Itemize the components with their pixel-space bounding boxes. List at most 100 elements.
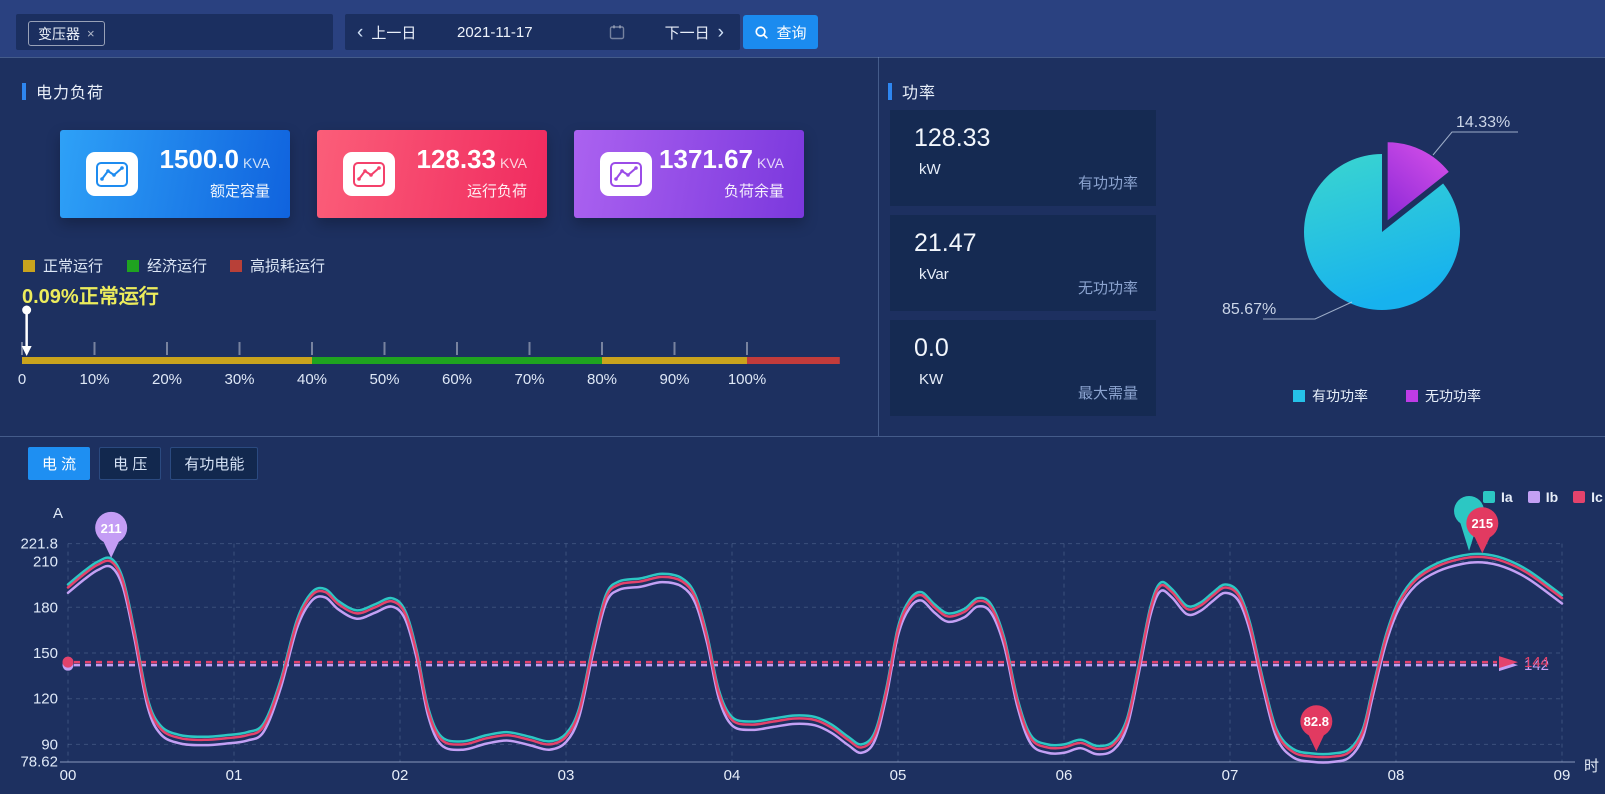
legend-label: 正常运行 [43, 255, 103, 276]
max-demand-stat: 0.0 KW 最大需量 [890, 320, 1156, 416]
query-button[interactable]: 查询 [743, 15, 818, 49]
svg-text:07: 07 [1222, 767, 1239, 784]
legend-item-normal: 正常运行 [23, 255, 103, 276]
query-button-label: 查询 [776, 22, 806, 43]
chart-line-icon [343, 152, 395, 196]
svg-text:00: 00 [60, 767, 77, 784]
legend-label: 经济运行 [147, 255, 207, 276]
svg-text:120: 120 [33, 691, 58, 708]
legend-swatch [127, 260, 139, 272]
chevron-right-icon: › [718, 23, 724, 42]
load-margin-value: 1371.67 [659, 144, 753, 174]
pie-legend-item-active[interactable]: 有功功率 [1293, 386, 1368, 406]
next-day-button[interactable]: 下一日 › [665, 14, 724, 50]
running-load-label: 运行负荷 [416, 180, 527, 201]
legend-swatch [230, 260, 242, 272]
header-accent-bar [888, 83, 892, 100]
svg-text:180: 180 [33, 599, 58, 616]
power-dashboard: 变压器 × ‹ 上一日 2021-11-17 下一日 › 查询 [0, 0, 1605, 794]
max-demand-value: 0.0 [914, 334, 949, 363]
legend-item-economic: 经济运行 [127, 255, 207, 276]
svg-text:01: 01 [226, 767, 243, 784]
running-load-card: 128.33KVA 运行负荷 [317, 130, 547, 218]
active-power-label: 有功功率 [1078, 172, 1138, 193]
svg-text:221.8: 221.8 [20, 536, 58, 553]
load-rate-gauge: 0 10% 20% 30% 40% 50% 60% 70% 80% 90% 100% [0, 300, 860, 394]
svg-text:80%: 80% [587, 371, 617, 388]
svg-text:144: 144 [1524, 654, 1549, 671]
svg-text:03: 03 [558, 767, 575, 784]
calendar-icon[interactable] [609, 24, 625, 40]
running-load-value: 128.33 [416, 144, 496, 174]
legend-item-high-loss: 高损耗运行 [230, 255, 325, 276]
svg-text:05: 05 [890, 767, 907, 784]
legend-label: 有功功率 [1312, 386, 1368, 406]
max-demand-unit: KW [919, 371, 943, 388]
svg-text:20%: 20% [152, 371, 182, 388]
running-load-unit: KVA [500, 155, 527, 171]
chart-line-icon [600, 152, 652, 196]
svg-text:85.67%: 85.67% [1222, 301, 1276, 318]
pie-legend-item-reactive[interactable]: 无功功率 [1406, 386, 1481, 406]
svg-text:60%: 60% [442, 371, 472, 388]
legend-label: 高损耗运行 [250, 255, 325, 276]
divider [0, 57, 1605, 58]
top-toolbar: 变压器 × ‹ 上一日 2021-11-17 下一日 › 查询 [0, 0, 1605, 57]
reactive-power-label: 无功功率 [1078, 277, 1138, 298]
svg-text:30%: 30% [224, 371, 254, 388]
load-section-title: 电力负荷 [36, 79, 104, 103]
svg-text:78.62: 78.62 [20, 754, 58, 771]
date-input[interactable]: 2021-11-17 [457, 14, 533, 50]
legend-label: 无功功率 [1425, 386, 1481, 406]
svg-text:50%: 50% [369, 371, 399, 388]
divider [878, 57, 879, 436]
svg-text:40%: 40% [297, 371, 327, 388]
load-margin-label: 负荷余量 [659, 180, 784, 201]
power-pie-chart: 14.33% 85.67% [1200, 95, 1540, 380]
svg-text:10%: 10% [79, 371, 109, 388]
svg-text:70%: 70% [514, 371, 544, 388]
header-accent-bar [22, 83, 26, 100]
reactive-power-stat: 21.47 kVar 无功功率 [890, 215, 1156, 311]
load-margin-unit: KVA [757, 155, 784, 171]
max-demand-label: 最大需量 [1078, 382, 1138, 403]
rated-capacity-label: 额定容量 [159, 180, 270, 201]
legend-swatch [1406, 390, 1418, 402]
svg-text:时: 时 [1584, 758, 1599, 775]
reactive-power-value: 21.47 [914, 229, 977, 258]
pie-legend: 有功功率 无功功率 [1293, 386, 1481, 406]
date-nav-bar: ‹ 上一日 2021-11-17 下一日 › [345, 14, 740, 50]
legend-swatch [1293, 390, 1305, 402]
active-power-value: 128.33 [914, 124, 990, 153]
svg-text:210: 210 [33, 554, 58, 571]
svg-text:90%: 90% [659, 371, 689, 388]
tag-close-icon[interactable]: × [87, 26, 95, 41]
device-tag-label: 变压器 [38, 24, 80, 44]
load-section-header: 电力负荷 [22, 79, 104, 103]
rated-capacity-card: 1500.0KVA额定容量 [60, 130, 290, 218]
search-icon [754, 25, 769, 40]
chevron-left-icon: ‹ [357, 23, 363, 42]
svg-text:04: 04 [724, 767, 741, 784]
legend-swatch [23, 260, 35, 272]
svg-text:14.33%: 14.33% [1456, 114, 1510, 131]
prev-day-button[interactable]: ‹ 上一日 [357, 14, 416, 50]
svg-text:06: 06 [1056, 767, 1073, 784]
svg-text:A: A [53, 505, 63, 522]
next-day-label: 下一日 [665, 22, 710, 43]
device-tag[interactable]: 变压器 × [28, 21, 105, 46]
rated-capacity-value: 1500.0 [159, 144, 239, 174]
active-power-stat: 128.33 kW 有功功率 [890, 110, 1156, 206]
svg-text:100%: 100% [728, 371, 766, 388]
svg-text:0: 0 [18, 371, 26, 388]
load-margin-card: 1371.67KVA 负荷余量 [574, 130, 804, 218]
svg-text:150: 150 [33, 645, 58, 662]
active-power-unit: kW [919, 161, 941, 178]
svg-text:09: 09 [1554, 767, 1571, 784]
power-section-title: 功率 [902, 79, 936, 103]
prev-day-label: 上一日 [371, 22, 416, 43]
reactive-power-unit: kVar [919, 266, 949, 283]
device-select[interactable]: 变压器 × [16, 14, 333, 50]
svg-text:82.8: 82.8 [1304, 714, 1329, 729]
power-section-header: 功率 [888, 79, 936, 103]
